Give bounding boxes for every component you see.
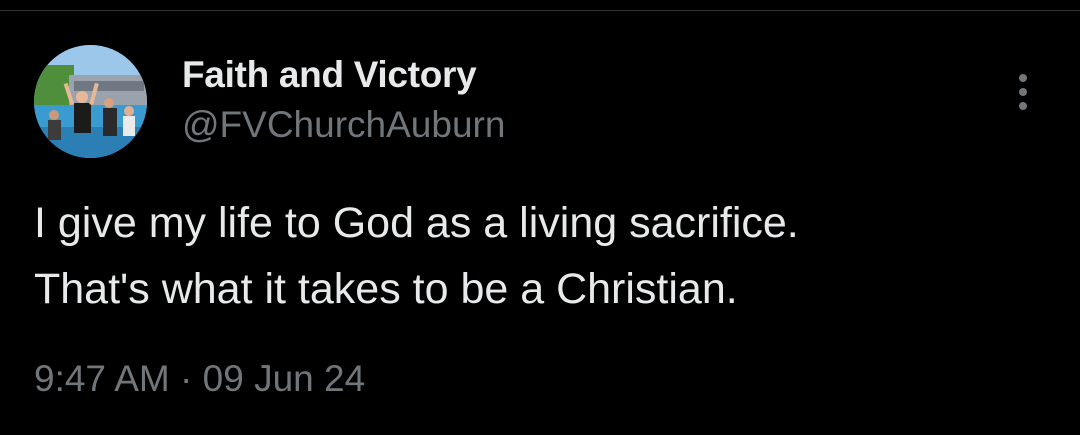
top-divider — [0, 10, 1080, 11]
more-options-icon — [1019, 102, 1027, 110]
tweet-time: 9:47 AM — [34, 358, 170, 399]
tweet-date: 09 Jun 24 — [202, 358, 366, 399]
tweet-text-line: I give my life to God as a living sacrif… — [34, 199, 799, 247]
tweet-text-line: That's what it takes to be a Christian. — [34, 265, 738, 313]
author-avatar[interactable] — [34, 45, 147, 158]
more-options-icon — [1019, 74, 1027, 82]
timestamp-separator: · — [180, 358, 193, 399]
more-options-icon — [1019, 88, 1027, 96]
tweet-text: I give my life to God as a living sacrif… — [34, 190, 1044, 322]
avatar-photo-icon — [34, 45, 147, 158]
more-options-button[interactable] — [1006, 70, 1040, 114]
author-handle[interactable]: @FVChurchAuburn — [182, 104, 505, 146]
tweet-timestamp[interactable]: 9:47 AM · 09 Jun 24 — [34, 358, 365, 400]
author-display-name[interactable]: Faith and Victory — [182, 54, 477, 96]
